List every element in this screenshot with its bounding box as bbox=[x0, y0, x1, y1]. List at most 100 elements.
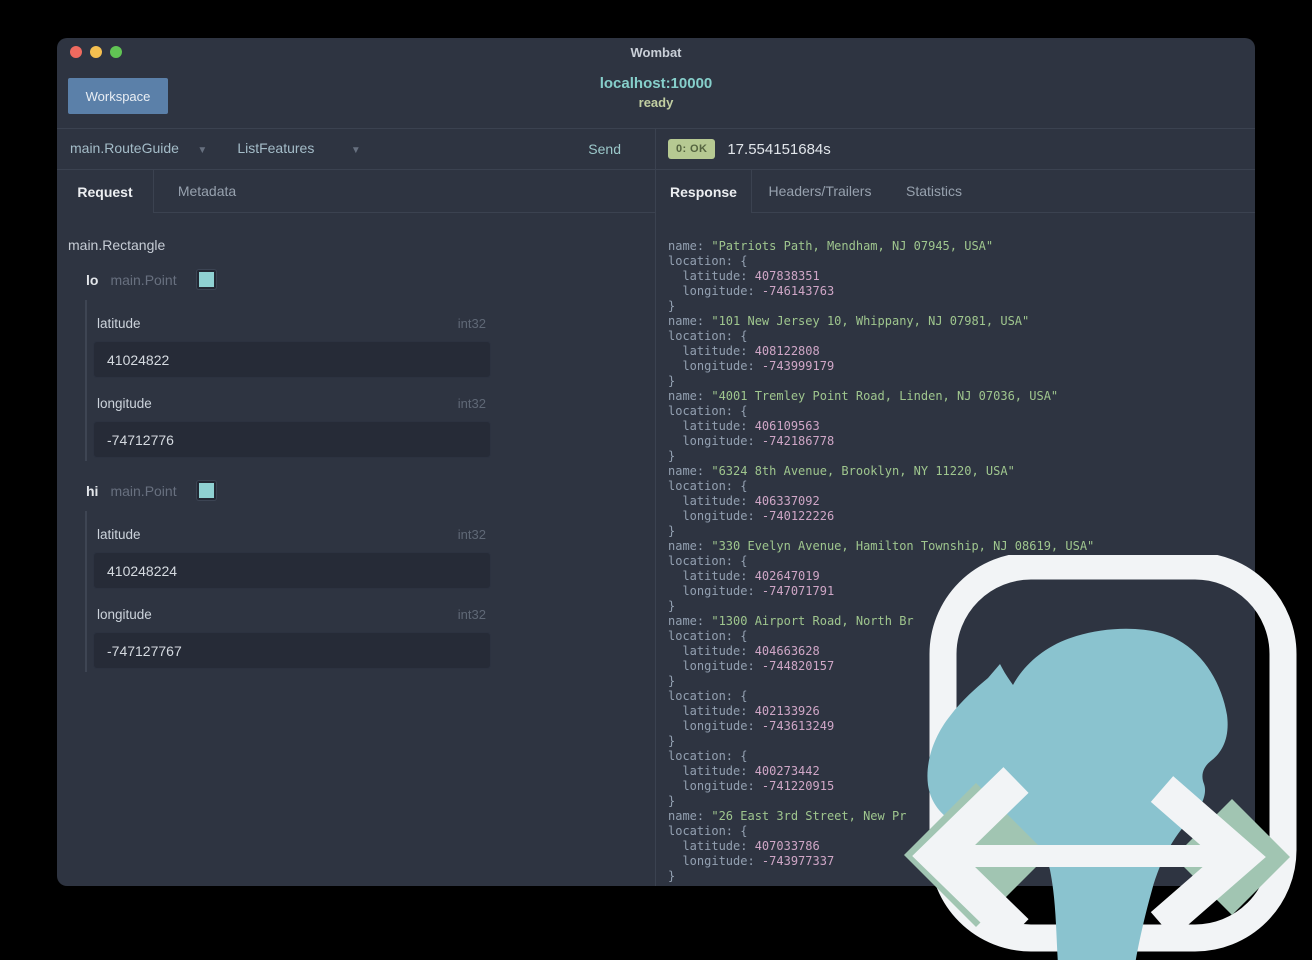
field-label: longitude bbox=[97, 396, 152, 411]
main-split: main.RouteGuide ▼ ListFeatures ▼ Send Re… bbox=[57, 128, 1255, 886]
response-line: longitude: -741220915 bbox=[668, 779, 835, 793]
field-row-longitude: longitude int32 -74712776 bbox=[93, 396, 491, 458]
tab-headers-trailers[interactable]: Headers/Trailers bbox=[752, 170, 888, 212]
method-select[interactable]: ListFeatures ▼ bbox=[237, 140, 360, 158]
response-line: latitude: 400273442 bbox=[668, 764, 820, 778]
title-bar: Wombat bbox=[57, 38, 1255, 66]
response-line: longitude: -743977337 bbox=[668, 854, 835, 868]
response-line: latitude: 402647019 bbox=[668, 569, 820, 583]
tab-metadata[interactable]: Metadata bbox=[154, 170, 260, 212]
send-button[interactable]: Send bbox=[588, 141, 621, 157]
response-line: } bbox=[668, 299, 676, 313]
close-icon[interactable] bbox=[70, 46, 82, 58]
response-line: name: "26 East 3rd Street, New Pr bbox=[668, 809, 907, 823]
message-enabled-checkbox[interactable] bbox=[196, 481, 216, 500]
request-toolbar: main.RouteGuide ▼ ListFeatures ▼ Send bbox=[57, 128, 655, 170]
response-line: latitude: 406337092 bbox=[668, 494, 820, 508]
request-form: main.Rectangle lo main.Point latitude int32… bbox=[57, 213, 655, 886]
response-line: location: { bbox=[668, 479, 748, 493]
response-line: location: { bbox=[668, 749, 748, 763]
field-row-latitude: latitude int32 41024822 bbox=[93, 316, 491, 378]
response-line: } bbox=[668, 869, 676, 883]
response-line: name: "330 Evelyn Avenue, Hamilton Towns… bbox=[668, 539, 1095, 553]
field-label: latitude bbox=[97, 527, 141, 542]
response-body: name: "Patriots Path, Mendham, NJ 07945,… bbox=[656, 213, 1255, 886]
response-toolbar: 0: OK 17.554151684s bbox=[656, 128, 1255, 170]
request-tabs: Request Metadata bbox=[57, 170, 655, 213]
field-label: longitude bbox=[97, 607, 152, 622]
field-proto-type: int32 bbox=[457, 527, 486, 542]
response-line: name: "4001 Tremley Point Road, Linden, … bbox=[668, 389, 1059, 403]
response-line: location: { bbox=[668, 404, 748, 418]
response-line: latitude: 402133926 bbox=[668, 704, 820, 718]
window-controls bbox=[70, 38, 122, 66]
service-select[interactable]: main.RouteGuide ▼ bbox=[70, 140, 207, 158]
app-header: Workspace localhost:10000 ready bbox=[57, 66, 1255, 128]
duration-label: 17.554151684s bbox=[727, 140, 831, 158]
field-label: latitude bbox=[97, 316, 141, 331]
tab-response[interactable]: Response bbox=[656, 170, 752, 213]
chevron-down-icon: ▼ bbox=[197, 145, 208, 156]
field-proto-type: int32 bbox=[457, 396, 486, 411]
response-line: latitude: 408122808 bbox=[668, 344, 820, 358]
response-line: } bbox=[668, 674, 676, 688]
app-window: Wombat Workspace localhost:10000 ready m… bbox=[57, 38, 1255, 886]
method-name: ListFeatures bbox=[237, 140, 315, 156]
response-line: longitude: -742186778 bbox=[668, 434, 835, 448]
tab-request[interactable]: Request bbox=[57, 170, 154, 213]
response-line: longitude: -740122226 bbox=[668, 509, 835, 523]
response-pane: 0: OK 17.554151684s Response Headers/Trai… bbox=[656, 128, 1255, 886]
group-header-hi: hi main.Point bbox=[86, 481, 655, 500]
field-name: lo bbox=[86, 271, 99, 288]
response-line: } bbox=[668, 794, 676, 808]
server-address: localhost:10000 bbox=[599, 75, 713, 92]
field-label-row: latitude int32 bbox=[97, 316, 486, 331]
latitude-input[interactable]: 410248224 bbox=[93, 552, 491, 589]
field-type: main.Point bbox=[110, 482, 177, 499]
field-proto-type: int32 bbox=[457, 607, 486, 622]
field-row-longitude: longitude int32 -747127767 bbox=[93, 607, 491, 669]
zoom-icon[interactable] bbox=[110, 46, 122, 58]
field-name: hi bbox=[86, 482, 99, 499]
group-body-lo: latitude int32 41024822 longitude int32 -7471… bbox=[85, 300, 491, 461]
connection-status: localhost:10000 ready bbox=[57, 75, 1255, 110]
field-type: main.Point bbox=[110, 271, 177, 288]
chevron-down-icon: ▼ bbox=[350, 145, 361, 156]
service-name: main.RouteGuide bbox=[70, 140, 179, 156]
response-tabs: Response Headers/Trailers Statistics bbox=[656, 170, 1255, 213]
response-line: location: { bbox=[668, 329, 748, 343]
form-groups: lo main.Point latitude int32 41024822 longitu… bbox=[68, 270, 655, 672]
field-label-row: longitude int32 bbox=[97, 396, 486, 411]
response-line: location: { bbox=[668, 629, 748, 643]
status-badge: 0: OK bbox=[668, 139, 716, 159]
response-line: longitude: -746143763 bbox=[668, 284, 835, 298]
response-line: location: { bbox=[668, 254, 748, 268]
response-line: name: "1300 Airport Road, North Br bbox=[668, 614, 914, 628]
response-line: longitude: -743999179 bbox=[668, 359, 835, 373]
tab-statistics[interactable]: Statistics bbox=[888, 170, 980, 212]
response-line: } bbox=[668, 374, 676, 388]
window-title: Wombat bbox=[630, 44, 682, 60]
field-label-row: latitude int32 bbox=[97, 527, 486, 542]
longitude-input[interactable]: -747127767 bbox=[93, 632, 491, 669]
response-line: name: "6324 8th Avenue, Brooklyn, NY 112… bbox=[668, 464, 1015, 478]
longitude-input[interactable]: -74712776 bbox=[93, 421, 491, 458]
response-line: } bbox=[668, 599, 676, 613]
response-line: latitude: 407838351 bbox=[668, 269, 820, 283]
message-enabled-checkbox[interactable] bbox=[196, 270, 216, 289]
response-line: location: { bbox=[668, 689, 748, 703]
response-line: longitude: -743613249 bbox=[668, 719, 835, 733]
connection-ready-status: ready bbox=[638, 95, 674, 110]
field-row-latitude: latitude int32 410248224 bbox=[93, 527, 491, 589]
response-line: latitude: 407033786 bbox=[668, 839, 820, 853]
field-proto-type: int32 bbox=[457, 316, 486, 331]
response-line: latitude: 404663628 bbox=[668, 644, 820, 658]
field-label-row: longitude int32 bbox=[97, 607, 486, 622]
response-line: name: "Patriots Path, Mendham, NJ 07945,… bbox=[668, 239, 994, 253]
group-body-hi: latitude int32 410248224 longitude int32 -747… bbox=[85, 511, 491, 672]
minimize-icon[interactable] bbox=[90, 46, 102, 58]
response-line: location: { bbox=[668, 824, 748, 838]
response-line: } bbox=[668, 524, 676, 538]
latitude-input[interactable]: 41024822 bbox=[93, 341, 491, 378]
message-type-label: main.Rectangle bbox=[68, 237, 166, 253]
